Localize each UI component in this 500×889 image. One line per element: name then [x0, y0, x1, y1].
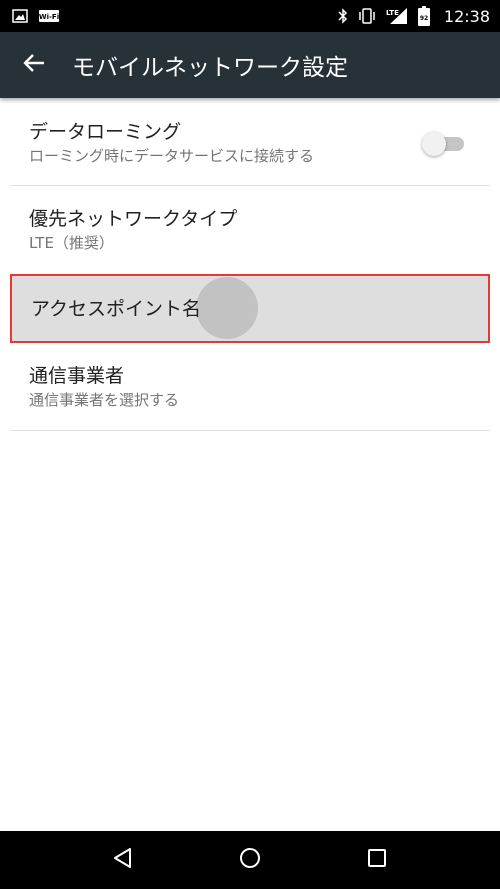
home-circle-icon: [238, 846, 262, 874]
status-bar-left: Wi-Fi: [12, 9, 60, 23]
data-roaming-title: データローミング: [29, 120, 182, 143]
bluetooth-icon: [338, 8, 348, 24]
data-roaming-toggle[interactable]: [422, 132, 468, 156]
setting-data-roaming[interactable]: データローミング ローミング時にデータサービスに接続する: [10, 98, 490, 186]
nav-back-button[interactable]: [93, 831, 153, 889]
back-button[interactable]: [0, 32, 68, 98]
settings-list: データローミング ローミング時にデータサービスに接続する 優先ネットワークタイプ…: [0, 98, 500, 431]
battery-icon: 92: [417, 6, 430, 26]
network-operator-title: 通信事業者: [29, 364, 125, 387]
status-time: 12:38: [443, 6, 490, 26]
vibrate-icon: [358, 8, 376, 24]
recents-square-icon: [367, 848, 387, 872]
svg-text:Wi-Fi: Wi-Fi: [39, 13, 59, 21]
status-bar: Wi-Fi LTE 92 12:38: [0, 0, 500, 32]
preferred-network-title: 優先ネットワークタイプ: [29, 208, 238, 230]
signal-icon: LTE: [386, 7, 408, 25]
svg-text:92: 92: [420, 15, 428, 22]
image-icon: [12, 9, 28, 23]
app-bar: モバイルネットワーク設定: [0, 32, 500, 98]
nav-recents-button[interactable]: [347, 831, 407, 889]
svg-text:LTE: LTE: [386, 9, 399, 17]
preferred-network-summary: LTE（推奨）: [29, 234, 114, 252]
network-operator-summary: 通信事業者を選択する: [29, 390, 180, 409]
toggle-thumb: [422, 132, 446, 156]
wifi-calling-icon: Wi-Fi: [38, 9, 60, 23]
setting-access-point-names[interactable]: アクセスポイント名: [10, 274, 490, 343]
nav-home-button[interactable]: [220, 831, 280, 889]
setting-preferred-network[interactable]: 優先ネットワークタイプ LTE（推奨）: [10, 186, 490, 274]
status-bar-right: LTE 92 12:38: [338, 6, 490, 26]
page-title: モバイルネットワーク設定: [72, 55, 348, 81]
access-point-title: アクセスポイント名: [31, 297, 202, 320]
arrow-back-icon: [23, 54, 45, 76]
setting-network-operator[interactable]: 通信事業者 通信事業者を選択する: [10, 343, 490, 431]
data-roaming-summary: ローミング時にデータサービスに接続する: [29, 146, 315, 165]
back-triangle-icon: [112, 847, 134, 873]
navigation-bar: [0, 831, 500, 889]
